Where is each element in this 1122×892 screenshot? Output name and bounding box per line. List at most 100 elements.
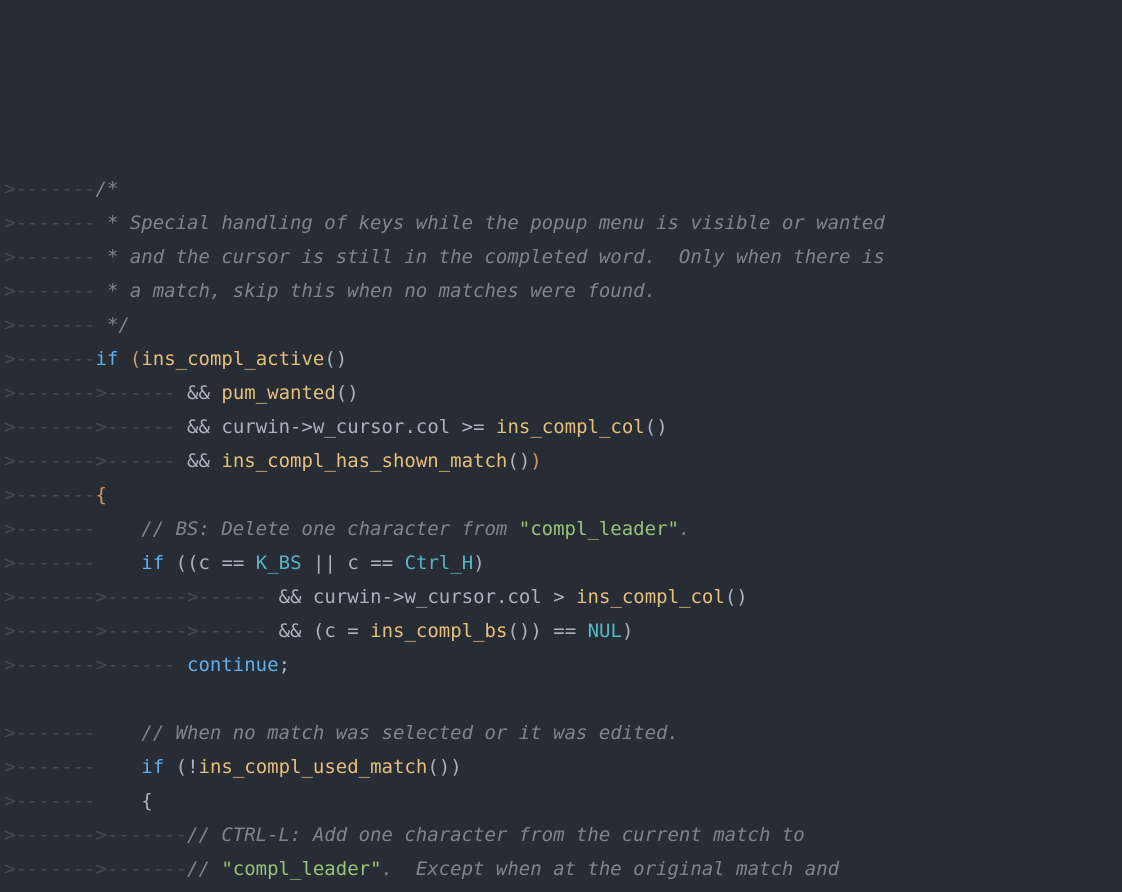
func: ins_compl_bs <box>370 620 507 642</box>
whitespace: >------- <box>96 586 188 608</box>
whitespace: >------ <box>187 620 267 642</box>
const: Ctrl_H <box>405 552 474 574</box>
op-and: && <box>279 620 302 642</box>
paren: ( <box>176 756 187 778</box>
op-and: && <box>187 450 210 472</box>
comment: * a match, skip this when no matches wer… <box>96 280 657 302</box>
whitespace: >------- <box>4 280 96 302</box>
const: K_BS <box>256 552 302 574</box>
paren: ( <box>187 552 198 574</box>
code-editor[interactable]: >-------/* >------- * Special handling o… <box>0 170 1122 892</box>
ident: curwin <box>313 586 382 608</box>
comment-string: "compl_leader" <box>519 518 679 540</box>
op-and: && <box>279 586 302 608</box>
comment: // <box>187 858 221 880</box>
paren: ) <box>450 756 461 778</box>
whitespace: >------ <box>96 654 176 676</box>
arrow: -> <box>290 416 313 438</box>
whitespace: >------- <box>96 620 188 642</box>
paren: ( <box>313 620 324 642</box>
whitespace: >------- <box>4 212 96 234</box>
whitespace: >------ <box>96 416 176 438</box>
whitespace: >------- <box>4 382 96 404</box>
func: ins_compl_used_match <box>199 756 428 778</box>
op-not: ! <box>187 756 198 778</box>
op-and: && <box>187 416 210 438</box>
comment: // When no match was selected or it was … <box>141 722 679 744</box>
comment: . Except when at the original match and <box>382 858 840 880</box>
ident: c <box>199 552 210 574</box>
whitespace: >------- <box>4 450 96 472</box>
whitespace: >------- <box>4 246 96 268</box>
whitespace: >------- <box>4 620 96 642</box>
brace: { <box>141 790 152 812</box>
paren: ( <box>176 552 187 574</box>
whitespace: >------- <box>4 518 96 540</box>
paren: ) <box>530 450 541 472</box>
ident: curwin <box>221 416 290 438</box>
keyword-if: if <box>141 552 164 574</box>
comment: */ <box>96 314 130 336</box>
whitespace: >------ <box>96 450 176 472</box>
ident: c <box>324 620 335 642</box>
op-assign: = <box>347 620 358 642</box>
const: NUL <box>588 620 622 642</box>
op-eq: == <box>370 552 393 574</box>
paren: ) <box>530 620 541 642</box>
paren: ) <box>519 450 530 472</box>
ident: w_cursor <box>313 416 405 438</box>
comment: . <box>679 518 690 540</box>
paren: ) <box>519 620 530 642</box>
comment-string: "compl_leader" <box>221 858 381 880</box>
whitespace: >------- <box>96 824 188 846</box>
comment: /* <box>96 178 119 200</box>
ident: w_cursor <box>404 586 496 608</box>
paren: ) <box>473 552 484 574</box>
whitespace: >------- <box>4 722 96 744</box>
paren: ( <box>130 348 141 370</box>
paren: ( <box>507 450 518 472</box>
comment: * and the cursor is still in the complet… <box>96 246 885 268</box>
paren: ( <box>427 756 438 778</box>
comment: * Special handling of keys while the pop… <box>96 212 885 234</box>
paren: ( <box>507 620 518 642</box>
brace: { <box>96 484 107 506</box>
op-eq: == <box>221 552 244 574</box>
op-or: || <box>313 552 336 574</box>
whitespace: >------- <box>4 552 96 574</box>
paren: ) <box>347 382 358 404</box>
whitespace: >------ <box>187 586 267 608</box>
ident: col <box>507 586 541 608</box>
func: pum_wanted <box>221 382 335 404</box>
paren: ) <box>656 416 667 438</box>
op-gt: > <box>553 586 564 608</box>
paren: ) <box>439 756 450 778</box>
paren: ( <box>324 348 335 370</box>
whitespace: >------- <box>4 416 96 438</box>
whitespace: >------- <box>4 586 96 608</box>
whitespace: >------- <box>96 858 188 880</box>
whitespace: >------- <box>4 756 96 778</box>
whitespace: >------- <box>4 348 96 370</box>
func: ins_compl_col <box>496 416 645 438</box>
func: ins_compl_active <box>141 348 324 370</box>
op-and: && <box>187 382 210 404</box>
op-eq: == <box>553 620 576 642</box>
whitespace: >------- <box>4 790 96 812</box>
whitespace: >------- <box>4 824 96 846</box>
whitespace: >------- <box>4 858 96 880</box>
paren: ) <box>622 620 633 642</box>
func: ins_compl_col <box>576 586 725 608</box>
whitespace: >------- <box>4 314 96 336</box>
paren: ( <box>645 416 656 438</box>
ident: c <box>347 552 358 574</box>
comment: // CTRL-L: Add one character from the cu… <box>187 824 805 846</box>
func: ins_compl_has_shown_match <box>221 450 507 472</box>
keyword-if: if <box>141 756 164 778</box>
keyword-continue: continue <box>187 654 279 676</box>
semicolon: ; <box>279 654 290 676</box>
paren: ) <box>736 586 747 608</box>
dot: . <box>404 416 415 438</box>
whitespace: >------- <box>4 484 96 506</box>
paren: ( <box>336 382 347 404</box>
